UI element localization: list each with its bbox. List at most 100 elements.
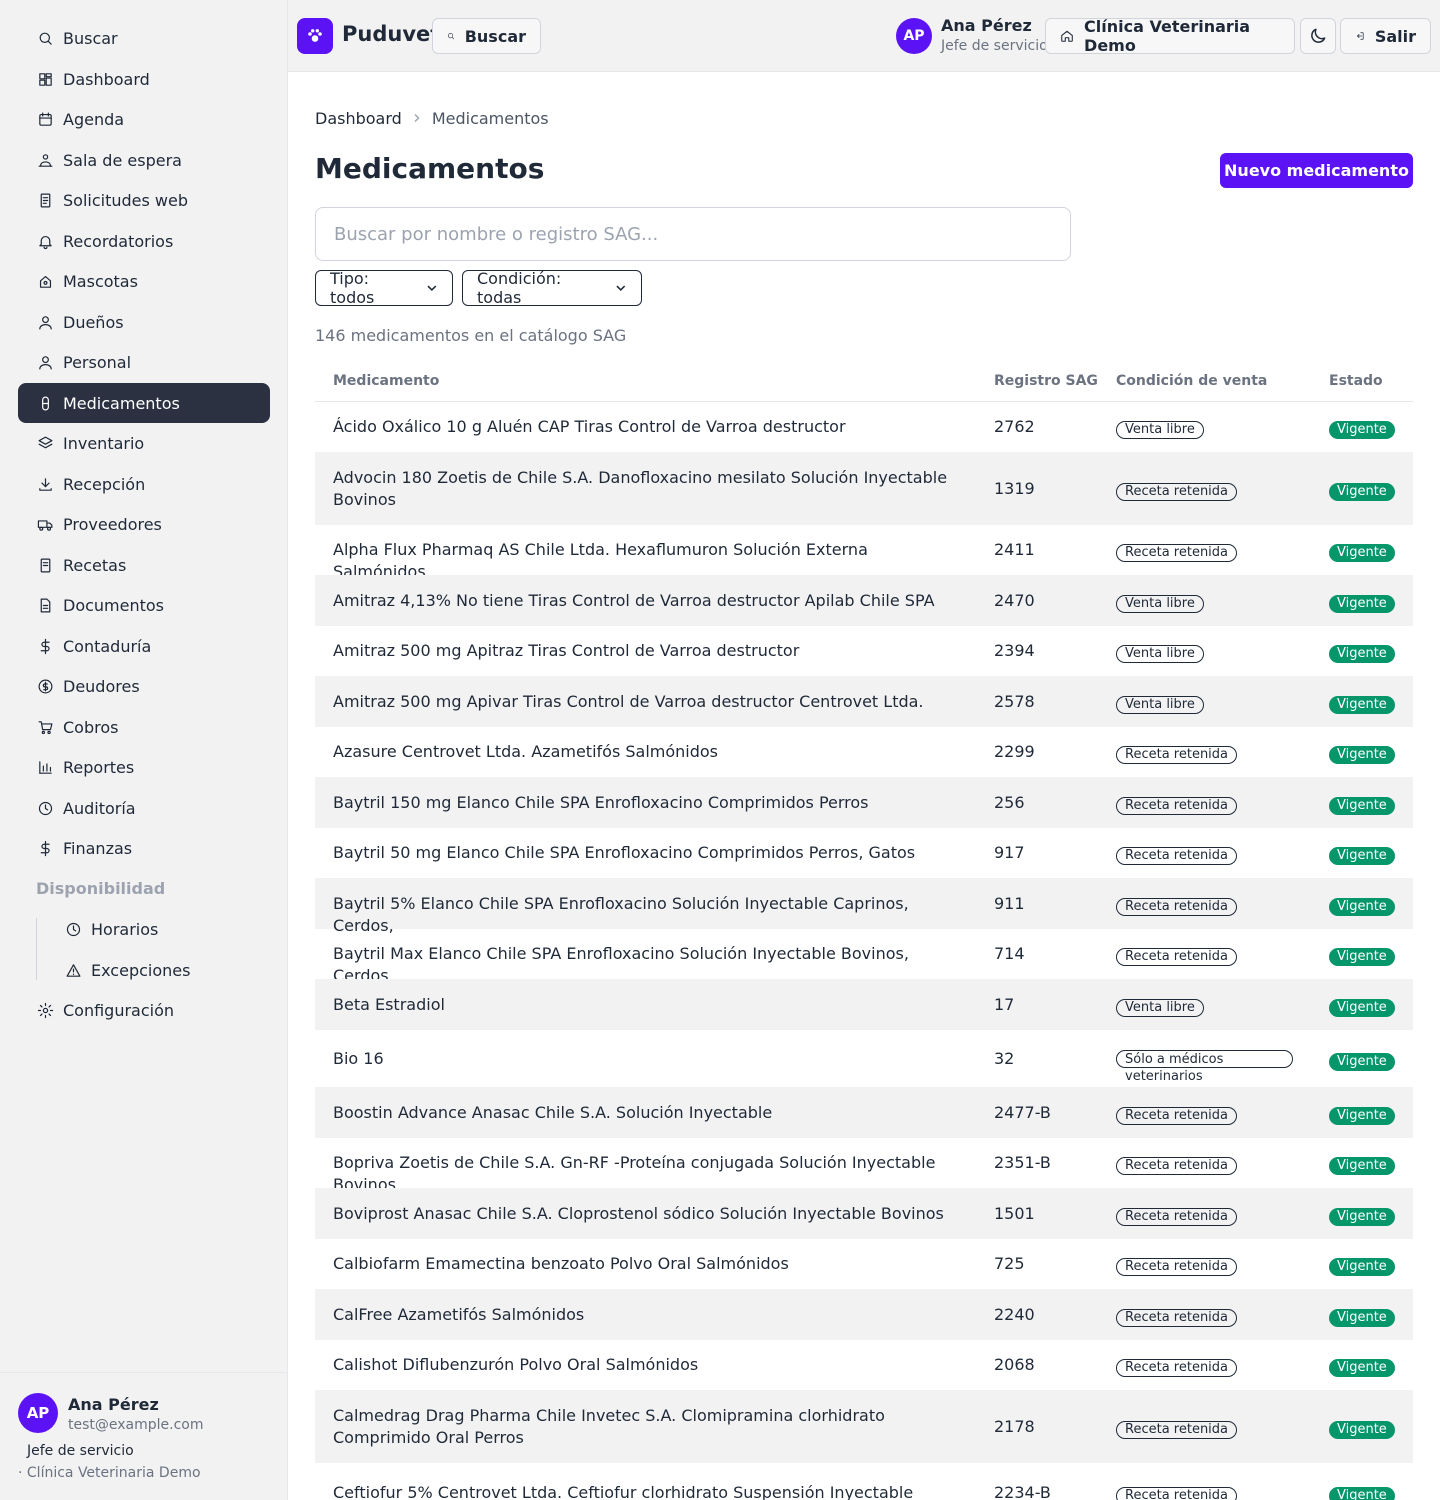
table-row[interactable]: Amitraz 500 mg Apivar Tiras Control de V… <box>315 676 1413 727</box>
status-badge: Vigente <box>1329 1359 1395 1377</box>
sidebar-item-cobros[interactable]: Cobros <box>18 707 270 747</box>
search-icon <box>36 29 54 47</box>
sidebar-item-label: Dueños <box>63 312 124 332</box>
logout-button[interactable]: Salir <box>1340 18 1431 54</box>
table-row[interactable]: Calishot Diflubenzurón Polvo Oral Salmón… <box>315 1340 1413 1390</box>
theme-toggle-button[interactable] <box>1300 18 1336 54</box>
top-header: Puduvet Buscar AP Ana Pérez Jefe de serv… <box>288 0 1440 72</box>
sidebar-item-recordatorios[interactable]: Recordatorios <box>18 221 270 261</box>
user-email: test@example.com <box>68 1417 204 1433</box>
table-row[interactable]: Baytril Max Elanco Chile SPA Enrofloxaci… <box>315 929 1413 985</box>
sidebar-item-horarios[interactable]: Horarios <box>46 909 270 949</box>
table-row[interactable]: Calmedrag Drag Pharma Chile Invetec S.A.… <box>315 1390 1413 1463</box>
sidebar-item-recepcion[interactable]: Recepción <box>18 464 270 504</box>
global-search-button[interactable]: Buscar <box>432 18 541 54</box>
table-row[interactable]: Boviprost Anasac Chile S.A. Cloprostenol… <box>315 1188 1413 1239</box>
sale-condition-badge: Receta retenida <box>1116 1157 1238 1175</box>
sale-condition: Receta retenida <box>1116 1255 1238 1276</box>
sag-registry: 2351-B <box>994 1153 1051 1172</box>
breadcrumb-dashboard[interactable]: Dashboard <box>315 109 402 128</box>
status-badge: Vigente <box>1329 1308 1395 1327</box>
table-row[interactable]: Ácido Oxálico 10 g Aluén CAP Tiras Contr… <box>315 402 1413 452</box>
column-header-status[interactable]: Estado <box>1329 373 1383 389</box>
table-row[interactable]: Beta Estradiol 17 Venta libre Vigente <box>315 979 1413 1030</box>
sidebar-item-contaduria[interactable]: Contaduría <box>18 626 270 666</box>
table-row[interactable]: Baytril 50 mg Elanco Chile SPA Enrofloxa… <box>315 828 1413 878</box>
sale-condition-badge: Receta retenida <box>1116 847 1238 865</box>
table-row[interactable]: Baytril 150 mg Elanco Chile SPA Enroflox… <box>315 777 1413 828</box>
medication-name: Amitraz 500 mg Apitraz Tiras Control de … <box>333 641 800 660</box>
sidebar-item-documentos[interactable]: Documentos <box>18 585 270 625</box>
sidebar-item-recetas[interactable]: Recetas <box>18 545 270 585</box>
sale-condition-badge: Receta retenida <box>1116 746 1238 764</box>
column-header-sale-condition[interactable]: Condición de venta <box>1116 373 1267 389</box>
medication-name: Amitraz 4,13% No tiene Tiras Control de … <box>333 590 935 610</box>
table-row[interactable]: Amitraz 500 mg Apitraz Tiras Control de … <box>315 626 1413 676</box>
table-row[interactable]: Bio 16 32 Sólo a médicos veterinarios Vigen… <box>315 1030 1413 1087</box>
sag-registry: 256 <box>994 792 1025 812</box>
sag-registry: 2240 <box>994 1304 1035 1324</box>
sag-registry: 2411 <box>994 540 1035 559</box>
sidebar-item-label: Auditoría <box>63 798 136 818</box>
medication-name: Boviprost Anasac Chile S.A. Cloprostenol… <box>333 1203 944 1223</box>
sidebar-item-proveedores[interactable]: Proveedores <box>18 504 270 544</box>
sidebar-item-solicitudes-web[interactable]: Solicitudes web <box>18 180 270 220</box>
sidebar-item-label: Horarios <box>91 919 159 939</box>
sidebar-item-sala-de-espera[interactable]: Sala de espera <box>18 140 270 180</box>
sag-registry: 2470 <box>994 590 1035 610</box>
sidebar-item-label: Buscar <box>63 28 118 48</box>
sidebar-item-deudores[interactable]: Deudores <box>18 666 270 706</box>
table-row[interactable]: Baytril 5% Elanco Chile SPA Enrofloxacin… <box>315 878 1413 935</box>
sidebar-item-inventario[interactable]: Inventario <box>18 423 270 463</box>
sidebar-item-configuracion[interactable]: Configuración <box>18 990 270 1030</box>
truck-icon <box>36 515 54 533</box>
table-row[interactable]: CalFree Azametifós Salmónidos 2240 Receta … <box>315 1289 1413 1340</box>
sidebar-item-finanzas[interactable]: Finanzas <box>18 828 270 868</box>
table-row[interactable]: Advocin 180 Zoetis de Chile S.A. Danoflo… <box>315 452 1413 525</box>
sidebar-item-agenda[interactable]: Agenda <box>18 99 270 139</box>
sag-registry: 2299 <box>994 742 1035 761</box>
table-row[interactable]: Calbiofarm Emamectina benzoato Polvo Ora… <box>315 1239 1413 1289</box>
user-clinic: · Clínica Veterinaria Demo <box>18 1465 201 1481</box>
sidebar-item-reportes[interactable]: Reportes <box>18 747 270 787</box>
status: Vigente <box>1329 1154 1395 1175</box>
user-icon <box>36 313 54 331</box>
sidebar-item-label: Contaduría <box>63 636 152 656</box>
sidebar-item-auditoria[interactable]: Auditoría <box>18 788 270 828</box>
table-row[interactable]: Azasure Centrovet Ltda. Azametifós Salmó… <box>315 727 1413 777</box>
table-row[interactable]: Boostin Advance Anasac Chile S.A. Soluci… <box>315 1087 1413 1138</box>
sidebar-item-excepciones[interactable]: Excepciones <box>46 950 270 990</box>
table-row[interactable]: Amitraz 4,13% No tiene Tiras Control de … <box>315 575 1413 626</box>
table-row[interactable]: Alpha Flux Pharmaq AS Chile Ltda. Hexafl… <box>315 525 1413 581</box>
sidebar-item-mascotas[interactable]: Mascotas <box>18 261 270 301</box>
sidebar-item-label: Cobros <box>63 717 119 737</box>
dollar-icon <box>36 637 54 655</box>
sidebar-item-buscar[interactable]: Buscar <box>18 18 270 58</box>
status-badge: Vigente <box>1329 746 1395 764</box>
column-header-medication[interactable]: Medicamento <box>333 373 439 389</box>
sidebar-item-label: Inventario <box>63 433 145 453</box>
condition-filter-dropdown[interactable]: Condición: todas <box>462 269 642 307</box>
table-row[interactable]: Bopriva Zoetis de Chile S.A. Gn-RF -Prot… <box>315 1138 1413 1194</box>
sale-condition-badge: Venta libre <box>1116 594 1204 613</box>
sidebar-item-duenos[interactable]: Dueños <box>18 302 270 342</box>
download-icon <box>36 475 54 493</box>
sidebar-item-medicamentos[interactable]: Medicamentos <box>18 383 270 423</box>
sale-condition: Receta retenida <box>1116 1356 1238 1377</box>
sidebar-item-dashboard[interactable]: Dashboard <box>18 59 270 99</box>
column-header-sag-registry[interactable]: Registro SAG <box>994 373 1098 389</box>
sidebar-item-personal[interactable]: Personal <box>18 342 270 382</box>
logo-icon[interactable] <box>297 18 333 54</box>
sale-condition-badge: Sólo a médicos veterinarios <box>1116 1049 1293 1084</box>
status: Vigente <box>1329 592 1395 613</box>
type-filter-dropdown[interactable]: Tipo: todos <box>315 269 453 307</box>
status: Vigente <box>1329 480 1395 501</box>
sag-registry: 911 <box>994 893 1025 913</box>
new-medication-button[interactable]: Nuevo medicamento <box>1220 153 1413 188</box>
search-input[interactable] <box>315 207 1071 261</box>
clinic-switcher-button[interactable]: Clínica Veterinaria Demo <box>1045 17 1295 55</box>
medication-name: Advocin 180 Zoetis de Chile S.A. Danoflo… <box>333 467 948 509</box>
main-content: Dashboard Medicamentos Medicamentos Nuev… <box>288 72 1440 1500</box>
table-row[interactable]: Ceftiofur 5% Centrovet Ltda. Ceftiofur c… <box>315 1463 1413 1500</box>
chevron-down-icon <box>616 285 626 292</box>
